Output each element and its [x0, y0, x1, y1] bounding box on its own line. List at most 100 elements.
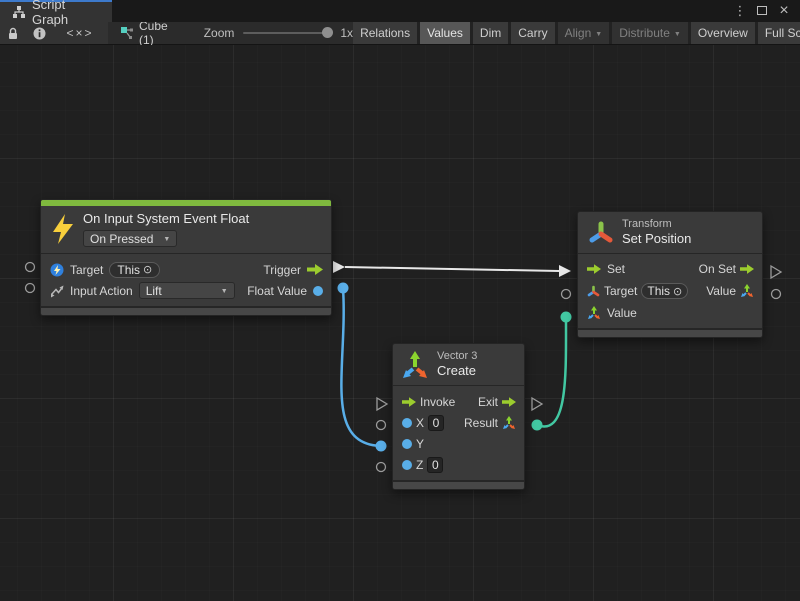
menu-icon[interactable]: ⋮ [732, 1, 748, 21]
vector3-mini-icon [740, 284, 754, 298]
close-icon[interactable]: × [776, 1, 792, 21]
breadcrumb-label: Cube (1) [139, 19, 168, 47]
trigger-label: Trigger [263, 263, 301, 277]
target-label: Target [70, 263, 103, 277]
input-action-dropdown[interactable]: Lift ▼ [139, 282, 235, 299]
tab-label: Script Graph [32, 0, 102, 27]
y-label: Y [416, 437, 424, 451]
x-dot-icon [402, 418, 412, 428]
row-input-action: Input Action Lift ▼ Float Value [41, 280, 331, 301]
row-x-result: X 0 Result [393, 412, 524, 433]
event-trigger-port[interactable] [333, 261, 345, 273]
node-body: Target This ⊙ Trigger [41, 254, 331, 306]
chevron-down-icon: ▼ [674, 31, 681, 38]
float-value-label: Float Value [247, 284, 307, 298]
overview-button[interactable]: Overview [691, 22, 755, 44]
chevron-down-icon: ▼ [221, 288, 228, 295]
target-label: Target [604, 284, 637, 298]
vector3-x-port[interactable] [377, 421, 386, 430]
wire-floatvalue-to-y[interactable] [341, 288, 380, 446]
maximize-icon[interactable] [754, 1, 770, 21]
vector3-invoke-port[interactable] [377, 398, 387, 410]
node-transform-set-position[interactable]: Transform Set Position Set On Set [577, 211, 763, 338]
graph-canvas[interactable]: On Input System Event Float On Pressed ▼ [0, 45, 800, 601]
carry-button[interactable]: Carry [511, 22, 554, 44]
transform-value-in-port[interactable] [561, 312, 572, 323]
flow-arrow-icon [740, 264, 754, 274]
node-title: Create [437, 363, 477, 379]
event-mode-dropdown[interactable]: On Pressed ▼ [83, 230, 177, 247]
vector3-mini-icon [502, 416, 516, 430]
distribute-dropdown[interactable]: Distribute ▼ [612, 22, 688, 44]
flow-arrow-icon [587, 264, 601, 274]
float-value-dot-icon [313, 286, 323, 296]
script-graph-window: Script Graph ⋮ × [0, 0, 800, 601]
transform-onset-port[interactable] [771, 266, 781, 278]
vector3-mini-icon [587, 306, 601, 320]
transform-value-out-port[interactable] [772, 290, 781, 299]
graph-toolbar: <×> Cube (1) Zoom 1x Relations [0, 22, 800, 45]
full-screen-button[interactable]: Full Screen [758, 22, 800, 44]
invoke-label: Invoke [420, 395, 455, 409]
vector3-z-port[interactable] [377, 463, 386, 472]
object-picker-icon[interactable]: ⊙ [673, 285, 682, 298]
on-set-label: On Set [699, 262, 736, 276]
dim-button[interactable]: Dim [473, 22, 508, 44]
relations-button[interactable]: Relations [353, 22, 417, 44]
node-header: Vector 3 Create [393, 344, 524, 385]
vector3-exit-port[interactable] [532, 398, 542, 410]
transform-mini-icon [587, 285, 600, 298]
node-subtitle: Transform [622, 218, 691, 231]
vector3-y-port[interactable] [376, 441, 387, 452]
event-target-icon [50, 263, 64, 277]
z-dot-icon [402, 460, 412, 470]
node-on-input-system-event-float[interactable]: On Input System Event Float On Pressed ▼ [40, 199, 332, 316]
zoom-control: Zoom 1x [204, 22, 353, 44]
z-label: Z [416, 458, 423, 472]
chevron-down-icon: ▼ [595, 31, 602, 38]
wire-result-to-value[interactable] [537, 317, 566, 427]
transform-set-port[interactable] [559, 265, 571, 277]
node-vector3-create[interactable]: Vector 3 Create Invoke Exit [392, 343, 525, 490]
object-picker-icon[interactable]: ⊙ [143, 263, 152, 276]
zoom-slider-handle[interactable] [322, 27, 333, 38]
info-icon [33, 27, 46, 40]
node-footer[interactable] [393, 480, 524, 489]
vector3-result-port[interactable] [532, 420, 543, 431]
align-dropdown[interactable]: Align ▼ [558, 22, 610, 44]
transform-target-port[interactable] [562, 290, 571, 299]
node-body: Invoke Exit X 0 Result [393, 386, 524, 480]
tab-script-graph[interactable]: Script Graph [0, 0, 112, 22]
x-label: X [416, 416, 424, 430]
event-target-port[interactable] [26, 263, 35, 272]
graph-hierarchy-icon [12, 5, 26, 19]
wire-trigger-to-set[interactable] [333, 261, 571, 277]
z-value-field[interactable]: 0 [427, 457, 443, 473]
result-label: Result [464, 416, 498, 430]
node-header: Transform Set Position [578, 212, 762, 253]
lock-button[interactable] [0, 22, 26, 44]
event-inputaction-port[interactable] [26, 284, 35, 293]
x-value-field[interactable]: 0 [428, 415, 444, 431]
breadcrumb[interactable]: Cube (1) [108, 22, 180, 44]
node-footer[interactable] [578, 328, 762, 337]
values-button[interactable]: Values [420, 22, 470, 44]
code-toggle-icon: <×> [66, 26, 93, 40]
node-header: On Input System Event Float On Pressed ▼ [41, 206, 331, 253]
target-object-field[interactable]: This ⊙ [109, 262, 160, 278]
target-object-field[interactable]: This ⊙ [641, 283, 688, 299]
node-title: On Input System Event Float [83, 211, 249, 227]
node-title: Set Position [622, 231, 691, 247]
event-floatvalue-port[interactable] [338, 283, 349, 294]
node-body: Set On Set [578, 254, 762, 328]
flow-arrow-icon [502, 397, 516, 407]
zoom-label: Zoom [204, 26, 235, 40]
toolbar-buttons: Relations Values Dim Carry Align ▼ Distr… [353, 22, 800, 44]
exit-label: Exit [478, 395, 498, 409]
node-footer[interactable] [41, 306, 331, 315]
node-subtitle: Vector 3 [437, 350, 477, 363]
input-action-label: Input Action [70, 284, 133, 298]
lightning-bolt-icon [51, 214, 75, 244]
row-invoke-exit: Invoke Exit [393, 391, 524, 412]
zoom-slider[interactable] [243, 32, 331, 34]
